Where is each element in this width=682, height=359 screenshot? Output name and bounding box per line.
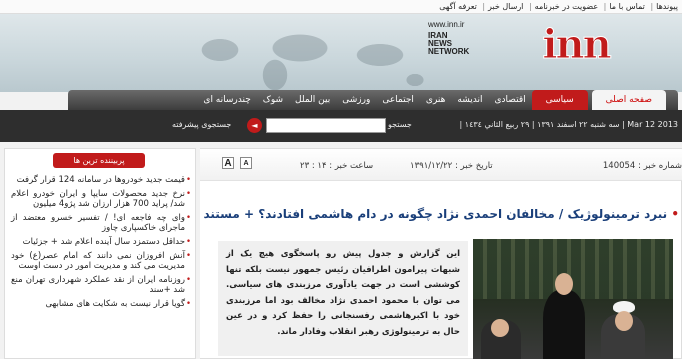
nav-multimedia[interactable]: چندرسانه ای — [197, 90, 256, 110]
news-date: تاریخ خبر : ۱۳۹۱/۱۲/۲۲ — [410, 161, 493, 171]
nav-shock[interactable]: شوک — [257, 90, 289, 110]
news-code-value: 140054 — [602, 161, 636, 171]
list-item[interactable]: آنش افروزان نمی دانند که امام عصر(ع) خود… — [11, 251, 191, 271]
logo-url: www.inn.ir — [428, 20, 465, 29]
date-search-bar: Mar 12 2013 | سه شنبه ۲۲ اسفند ۱۳۹۱ | ۲۹… — [0, 110, 682, 142]
nav-international[interactable]: بین الملل — [289, 90, 336, 110]
list-item[interactable]: حداقل دستمزد سال آینده اعلام شد + جزئیات — [11, 237, 191, 247]
top-link-send-news[interactable]: ارسال خبر — [488, 2, 523, 11]
top-links-bar: پیوندها| تماس با ما| عضویت در خبرنامه| ا… — [0, 0, 682, 14]
news-time: ساعت خبر : ۱۴ : ۲۳ — [300, 161, 373, 171]
headline-bullet-icon: • — [671, 207, 679, 221]
article-headline[interactable]: • نبرد ترمینولوژیک / مخالفان احمدی نژاد … — [204, 207, 679, 221]
news-code-label: شماره خبر : — [638, 161, 682, 171]
news-time-label: ساعت خبر : — [329, 161, 374, 171]
news-time-value: ۱۴ : ۲۳ — [300, 161, 327, 171]
list-item[interactable]: وای چه فاجعه ای! / تفسیر خسرو معتضد از م… — [11, 213, 191, 233]
font-decrease-button[interactable]: A — [240, 157, 252, 169]
nav-sports[interactable]: ورزشی — [336, 90, 376, 110]
article-meta-bar: شماره خبر : 140054 تاریخ خبر : ۱۳۹۱/۱۲/۲… — [200, 149, 682, 181]
article-photo[interactable] — [473, 239, 673, 359]
search-input[interactable] — [266, 118, 386, 133]
nav-politics[interactable]: سیاسی — [531, 90, 588, 110]
list-item[interactable]: روزنامه ایران از نقد عملکرد شهرداری تهرا… — [11, 275, 191, 295]
list-item[interactable]: گویا قرار نیست به شکایت های مشابهی — [11, 299, 191, 309]
most-viewed-tab[interactable]: پربیننده ترین ها — [53, 153, 145, 168]
photo-figure — [543, 290, 585, 359]
most-viewed-list: قیمت جدید خودروها در سامانه 124 قرار گرف… — [11, 175, 191, 313]
nav-thought[interactable]: اندیشه — [451, 90, 488, 110]
main-navigation: صفحه اصلی سیاسی اقتصادی اندیشه هنری اجتم… — [68, 90, 678, 110]
nav-social[interactable]: اجتماعی — [376, 90, 420, 110]
news-date-value: ۱۳۹۱/۱۲/۲۲ — [410, 161, 453, 171]
list-item[interactable]: قیمت جدید خودروها در سامانه 124 قرار گرف… — [11, 175, 191, 185]
advanced-search-link[interactable]: جستجوی پیشرفته — [172, 120, 231, 129]
logo-network-name: IRAN NEWS NETWORK — [428, 31, 470, 56]
site-logo[interactable]: www.inn.ir IRAN NEWS NETWORK inn — [428, 18, 668, 74]
world-map-background — [180, 20, 440, 90]
top-link-links[interactable]: پیوندها — [656, 2, 678, 11]
article-area: شماره خبر : 140054 تاریخ خبر : ۱۳۹۱/۱۲/۲… — [200, 148, 682, 359]
most-viewed-sidebar: پربیننده ترین ها قیمت جدید خودروها در سا… — [4, 148, 196, 359]
headline-text: نبرد ترمینولوژیک / مخالفان احمدی نژاد چگ… — [204, 207, 668, 221]
search-go-icon[interactable]: ◄ — [247, 118, 262, 133]
nav-home[interactable]: صفحه اصلی — [591, 90, 666, 110]
top-link-ads[interactable]: تعرفه آگهی — [439, 2, 477, 11]
top-link-contact[interactable]: تماس با ما — [609, 2, 645, 11]
current-date: Mar 12 2013 | سه شنبه ۲۲ اسفند ۱۳۹۱ | ۲۹… — [459, 120, 678, 129]
nav-economy[interactable]: اقتصادی — [489, 90, 532, 110]
search-label: جستجو — [388, 120, 412, 129]
news-date-label: تاریخ خبر : — [454, 161, 493, 171]
site-header: www.inn.ir IRAN NEWS NETWORK inn — [0, 14, 682, 92]
logo-mark: inn — [542, 21, 612, 69]
article-lead: این گزارش و جدول پیش رو پاسخگوی هیچ یک ا… — [218, 241, 468, 356]
font-increase-button[interactable]: A — [222, 157, 234, 169]
top-link-newsletter[interactable]: عضویت در خبرنامه — [535, 2, 598, 11]
news-code: شماره خبر : 140054 — [603, 161, 682, 171]
list-item[interactable]: نرخ جدید محصولات سایپا و ایران خودرو اعل… — [11, 189, 191, 209]
nav-art[interactable]: هنری — [420, 90, 451, 110]
